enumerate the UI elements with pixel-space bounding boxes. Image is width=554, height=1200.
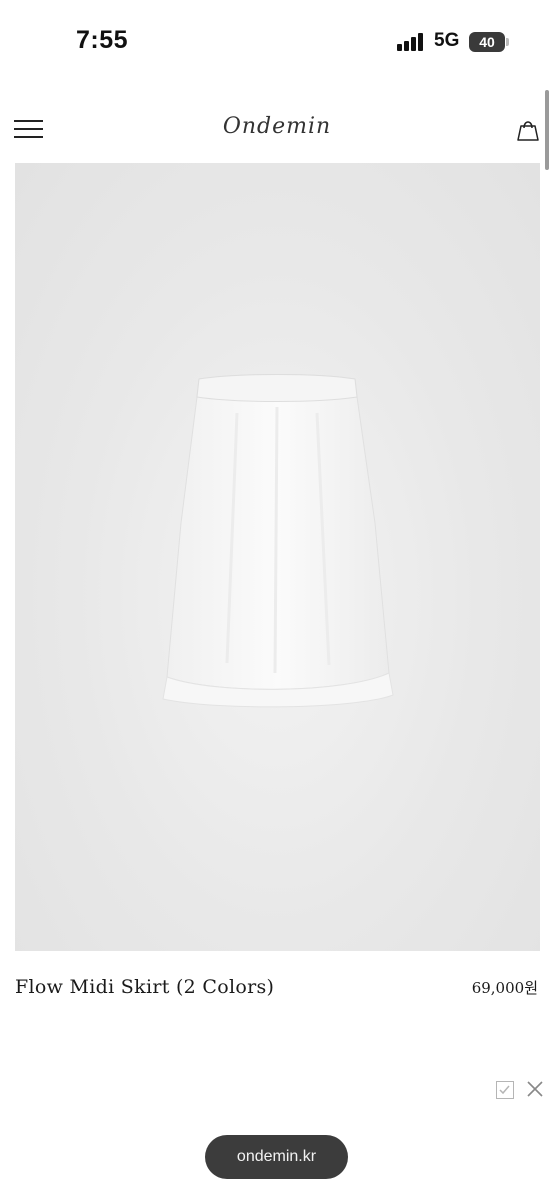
site-logo[interactable]: Ondemin — [0, 114, 554, 139]
signal-strength-icon — [397, 33, 427, 51]
battery-tip — [506, 38, 509, 46]
product-price: 69,000원 — [471, 979, 538, 997]
checkbox-icon[interactable] — [496, 1081, 514, 1099]
shopping-bag-icon[interactable] — [516, 118, 540, 142]
product-name[interactable]: Flow Midi Skirt (2 Colors) — [15, 976, 274, 998]
skirt-photo — [162, 374, 394, 708]
close-icon[interactable] — [526, 1080, 544, 1098]
battery-level: 40 — [479, 34, 495, 50]
product-image[interactable] — [15, 163, 540, 951]
status-bar: 7:55 5G 40 — [0, 0, 554, 90]
battery-icon: 40 — [469, 32, 505, 52]
network-type: 5G — [434, 30, 460, 51]
check-mark-icon — [499, 1085, 510, 1095]
status-time: 7:55 — [76, 26, 129, 54]
site-header: Ondemin — [0, 100, 554, 160]
browser-url-bar[interactable]: ondemin.kr — [205, 1135, 348, 1179]
